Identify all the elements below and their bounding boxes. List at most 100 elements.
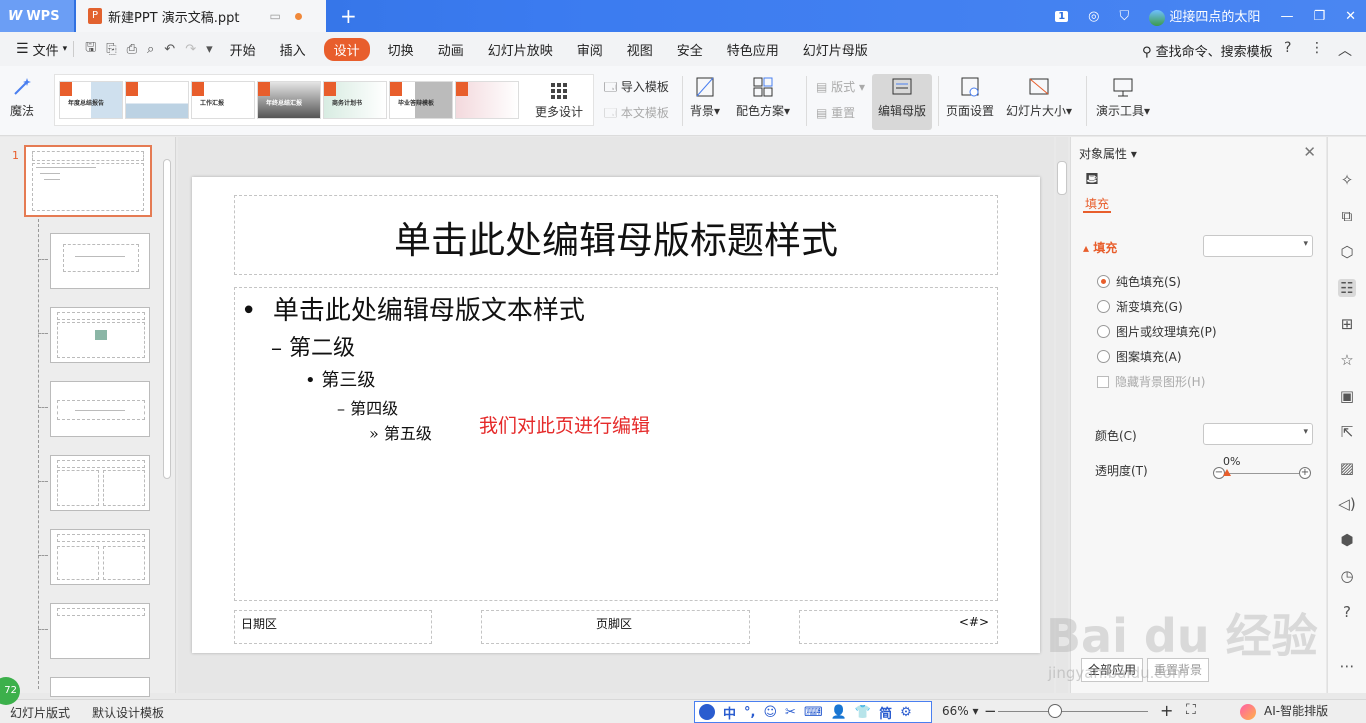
gradient-fill-radio[interactable]: 渐变填充(G) xyxy=(1097,298,1183,315)
cloud-icon[interactable]: ◎ xyxy=(1088,9,1099,24)
undo-icon[interactable]: ↶ xyxy=(164,42,175,57)
slide-number-placeholder[interactable]: <#> xyxy=(799,610,998,644)
tab-design[interactable]: 设计 xyxy=(323,37,370,61)
reset-button[interactable]: ▤ 重置 xyxy=(816,104,855,121)
image-gallery-icon[interactable]: ⊞ xyxy=(1338,315,1356,333)
hide-background-checkbox[interactable]: 隐藏背景图形(H) xyxy=(1097,373,1205,390)
save-icon[interactable]: 🖫 xyxy=(85,38,96,60)
star-icon[interactable]: ☆ xyxy=(1338,351,1356,369)
ai-layout-button[interactable]: AI-智能排版 xyxy=(1240,702,1328,720)
shirt-icon[interactable]: ⛉ xyxy=(1120,9,1130,24)
theme-thumbnail[interactable] xyxy=(455,81,519,119)
share-icon[interactable]: ⇱ xyxy=(1338,423,1356,441)
wps-home-tab[interactable]: W WPS xyxy=(0,0,74,32)
zoom-slider[interactable] xyxy=(998,711,1148,712)
layout-thumbnail[interactable] xyxy=(50,233,150,289)
thumbnail-scrollbar[interactable] xyxy=(162,151,172,681)
date-placeholder[interactable]: 日期区 xyxy=(234,610,432,644)
zoom-level[interactable]: 66% ▾ xyxy=(942,704,979,718)
properties-icon[interactable]: ☷ xyxy=(1338,279,1356,297)
close-window-icon[interactable]: ✕ xyxy=(1345,9,1356,24)
color-dropdown[interactable] xyxy=(1203,423,1313,445)
collapse-ribbon-icon[interactable]: ︿ xyxy=(1338,40,1352,60)
window-count-badge[interactable]: 1 xyxy=(1055,10,1069,22)
body-placeholder[interactable]: • 单击此处编辑母版文本样式 – 第二级 • 第三级 – 第四级 » 第五级 xyxy=(234,287,998,601)
layout-button[interactable]: ▤ 版式 ▾ xyxy=(816,78,865,95)
pattern-fill-radio[interactable]: 图案填充(A) xyxy=(1097,348,1182,365)
theme-thumbnail[interactable]: 年终总结汇报 xyxy=(257,81,321,119)
input-method-toolbar[interactable]: 中 °, ☺ ✂ ⌨ 👤 👕 简 ⚙ xyxy=(694,701,932,723)
customize-icon[interactable]: ▾ xyxy=(206,42,213,57)
more-rail-icon[interactable]: ⋯ xyxy=(1338,657,1356,675)
hamburger-icon[interactable]: ☰ xyxy=(16,41,29,57)
layout-thumbnail[interactable] xyxy=(50,381,150,437)
restore-icon[interactable]: ❐ xyxy=(1313,9,1325,24)
tab-insert[interactable]: 插入 xyxy=(280,40,306,59)
chevron-down-icon[interactable]: ▾ xyxy=(63,44,68,54)
minimize-icon[interactable]: — xyxy=(1280,9,1293,24)
tab-security[interactable]: 安全 xyxy=(677,40,703,59)
ime-scissors-icon[interactable]: ✂ xyxy=(785,705,796,720)
tab-animation[interactable]: 动画 xyxy=(438,40,464,59)
more-icon[interactable]: ⋮ xyxy=(1310,40,1324,56)
export-icon[interactable]: ⎘ xyxy=(106,42,116,57)
magic-button[interactable]: 魔法 xyxy=(10,72,34,119)
close-icon[interactable]: ✕ xyxy=(1303,143,1316,161)
background-button[interactable]: 背景▾ xyxy=(690,72,720,119)
layout-thumbnail[interactable] xyxy=(50,529,150,585)
tab-slideshow[interactable]: 幻灯片放映 xyxy=(488,40,553,59)
theme-thumbnail[interactable] xyxy=(125,81,189,119)
new-tab-button[interactable]: + xyxy=(340,4,357,28)
color-scheme-button[interactable]: 配色方案▾ xyxy=(736,72,790,119)
status-design[interactable]: 默认设计模板 xyxy=(92,704,164,721)
user-area[interactable]: 迎接四点的太阳 xyxy=(1149,6,1260,26)
file-menu[interactable]: 文件 xyxy=(33,40,59,59)
layout-thumbnail[interactable] xyxy=(50,677,150,697)
paint-bucket-icon[interactable]: ⛾ xyxy=(1085,169,1099,191)
tab-special[interactable]: 特色应用 xyxy=(727,40,779,59)
zoom-out-icon[interactable]: − xyxy=(984,702,997,720)
print-preview-icon[interactable]: ⌕ xyxy=(147,42,154,57)
theme-thumbnail[interactable]: 毕业答辩模板 xyxy=(389,81,453,119)
ime-settings-icon[interactable]: ⚙ xyxy=(900,705,912,720)
box-icon[interactable]: ▣ xyxy=(1338,387,1356,405)
ime-emoji-icon[interactable]: ☺ xyxy=(763,705,777,720)
ime-keyboard-icon[interactable]: ⌨ xyxy=(804,705,823,720)
tab-transition[interactable]: 切换 xyxy=(388,40,414,59)
tab-start[interactable]: 开始 xyxy=(230,40,256,59)
fit-window-icon[interactable]: ⛶ xyxy=(1186,702,1196,718)
copy-icon[interactable]: ⧉ xyxy=(1338,207,1356,225)
transparency-slider[interactable]: − + xyxy=(1213,467,1313,481)
help-icon[interactable]: ? xyxy=(1284,40,1291,56)
shapes-icon[interactable]: ⬡ xyxy=(1338,243,1356,261)
solid-fill-radio[interactable]: 纯色填充(S) xyxy=(1097,273,1181,290)
import-template-button[interactable]: 🗔 导入模板 xyxy=(604,78,669,99)
page-setup-button[interactable]: 页面设置 xyxy=(946,72,994,119)
properties-header[interactable]: 对象属性 ▾ xyxy=(1079,145,1137,162)
this-template-button[interactable]: 🗔 本文模板 xyxy=(604,104,669,125)
master-thumbnail[interactable] xyxy=(24,145,152,217)
fill-section-title[interactable]: ▴ 填充 xyxy=(1083,239,1117,256)
layout-thumbnail[interactable] xyxy=(50,603,150,659)
help-circle-icon[interactable]: ? xyxy=(1338,603,1356,621)
theme-thumbnail[interactable]: 商务计划书 xyxy=(323,81,387,119)
zoom-in-icon[interactable]: + xyxy=(1160,701,1173,720)
monitor-icon[interactable]: ▭ xyxy=(270,9,281,23)
master-slide[interactable]: 单击此处编辑母版标题样式 • 单击此处编辑母版文本样式 – 第二级 • 第三级 … xyxy=(192,177,1040,653)
picture-fill-radio[interactable]: 图片或纹理填充(P) xyxy=(1097,323,1217,340)
pin-icon[interactable]: ✧ xyxy=(1338,171,1356,189)
more-design-button[interactable]: 更多设计 xyxy=(535,81,583,120)
history-icon[interactable]: ◷ xyxy=(1338,567,1356,585)
tab-review[interactable]: 审阅 xyxy=(577,40,603,59)
presenter-tools-button[interactable]: 演示工具▾ xyxy=(1096,72,1150,119)
layout-thumbnail[interactable] xyxy=(50,455,150,511)
ime-punctuation[interactable]: °, xyxy=(744,705,755,720)
layout-thumbnail[interactable] xyxy=(50,307,150,363)
ime-user-icon[interactable]: 👤 xyxy=(831,705,847,720)
fill-tab[interactable]: 填充 xyxy=(1085,195,1109,212)
command-search[interactable]: ⚲ 查找命令、搜索模板 xyxy=(1142,41,1273,60)
ime-skin-icon[interactable]: 👕 xyxy=(855,705,871,720)
edit-master-button[interactable]: 编辑母版 xyxy=(878,72,926,119)
print-icon[interactable]: ⎙ xyxy=(127,42,137,57)
document-tab[interactable]: P 新建PPT 演示文稿.ppt ▭ xyxy=(76,0,326,32)
